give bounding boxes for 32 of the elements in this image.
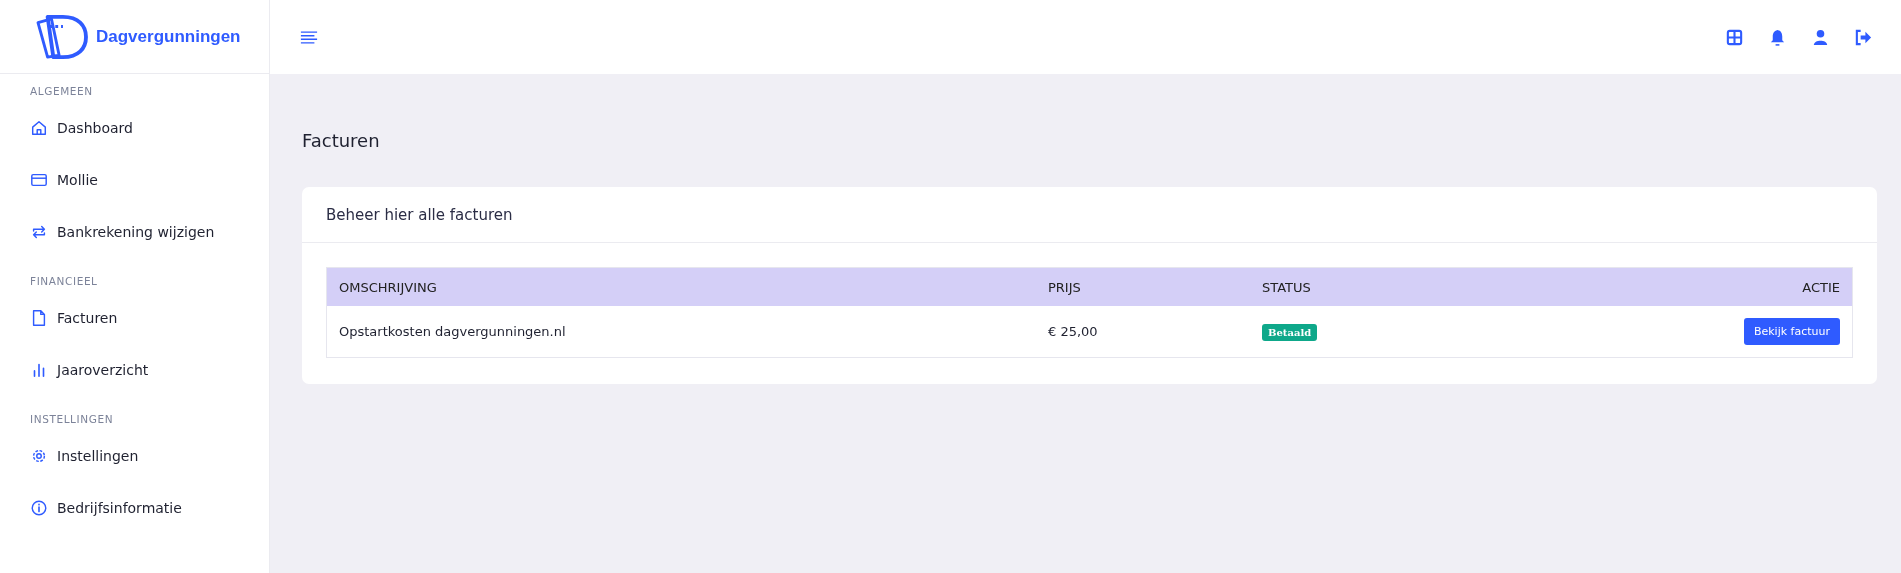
status-badge: Betaald bbox=[1262, 324, 1318, 341]
sidebar-item[interactable]: Mollie bbox=[30, 154, 269, 206]
table-cell: Opstartkosten dagvergunningen.nl bbox=[326, 306, 1036, 358]
sidebar-item[interactable]: Bankrekening wijzigen bbox=[30, 206, 269, 258]
grid-icon[interactable] bbox=[1725, 27, 1744, 47]
section-title: INSTELLINGEN bbox=[30, 412, 115, 427]
column-header: ACTIE bbox=[1488, 267, 1853, 306]
sidebar-item[interactable]: Dashboard bbox=[30, 102, 269, 154]
menu-icon[interactable] bbox=[300, 29, 318, 45]
sidebar-item[interactable]: Jaaroverzicht bbox=[30, 344, 269, 396]
credit-card-icon bbox=[30, 171, 48, 189]
view-invoice-button[interactable]: Bekijk factuur bbox=[1743, 318, 1840, 345]
sidebar-item[interactable]: Instellingen bbox=[30, 430, 269, 482]
section-title: FINANCIEEL bbox=[30, 274, 99, 289]
info-icon bbox=[30, 499, 48, 517]
section-title: ALGEMEEN bbox=[30, 84, 94, 99]
home-icon bbox=[30, 119, 48, 137]
sidebar-item[interactable]: Facturen bbox=[30, 292, 269, 344]
logout-icon[interactable] bbox=[1854, 27, 1873, 47]
column-header: STATUS bbox=[1250, 267, 1489, 306]
swap-arrows-icon bbox=[30, 223, 48, 241]
column-header: OMSCHRIJVING bbox=[326, 267, 1036, 306]
card-title: Beheer hier alle facturen bbox=[326, 206, 513, 224]
column-header: PRIJS bbox=[1036, 267, 1250, 306]
user-icon[interactable] bbox=[1811, 27, 1830, 47]
table-cell: € 25,00 bbox=[1036, 306, 1250, 358]
page-title: Facturen bbox=[302, 130, 381, 151]
file-icon bbox=[30, 309, 48, 327]
logo-icon bbox=[34, 12, 90, 61]
settings-icon bbox=[30, 447, 48, 465]
brand-name: Dagvergunningen bbox=[96, 26, 241, 47]
sidebar-item[interactable]: Bedrijfsinformatie bbox=[30, 482, 269, 534]
